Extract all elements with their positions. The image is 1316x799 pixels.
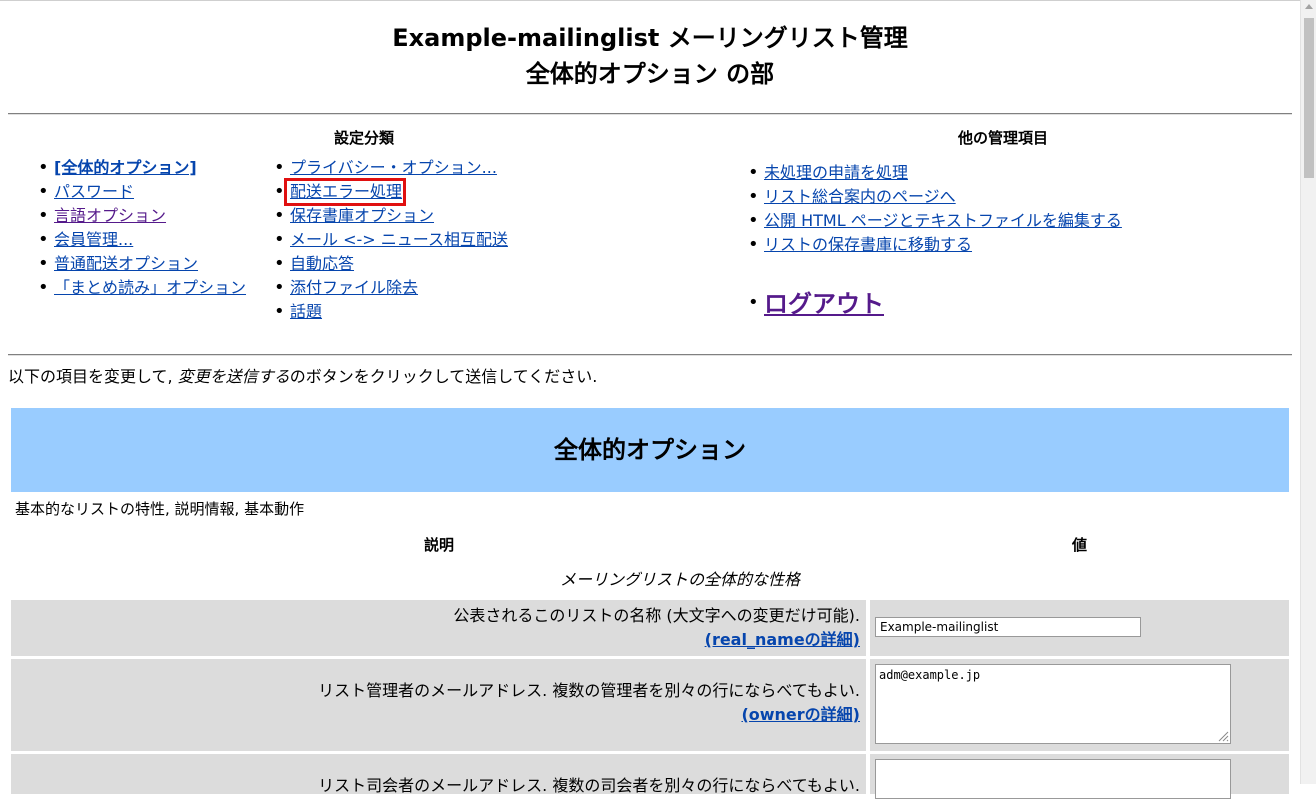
vertical-scrollbar[interactable]: [1300, 0, 1316, 784]
list-item: 公開 HTML ページとテキストファイルを編集する: [746, 209, 1122, 233]
divider-top: [8, 113, 1292, 115]
top-border: [0, 0, 1300, 1]
nav-link-content-filter[interactable]: 添付ファイル除去: [290, 278, 418, 297]
list-item: プライバシー・オプション...: [272, 156, 508, 180]
nav-link-members[interactable]: 会員管理...: [54, 230, 133, 249]
scrollbar-thumb[interactable]: [1304, 18, 1314, 178]
page-title-line2: 全体的オプション の部: [525, 60, 775, 88]
other-admin-heading: 他の管理項目: [958, 129, 1049, 147]
section-description: 基本的なリストの特性, 説明情報, 基本動作: [15, 500, 305, 518]
list-item: 自動応答: [272, 252, 508, 276]
other-admin-list: 未処理の申請を処理 リスト総合案内のページへ 公開 HTML ページとテキストフ…: [746, 161, 1122, 257]
row-label: リスト司会者のメールアドレス. 複数の司会者を別々の行にならべてもよい.: [318, 776, 860, 795]
nav-link-passwords[interactable]: パスワード: [54, 182, 134, 201]
page-title-line1: Example-mailinglist メーリングリスト管理: [392, 24, 908, 52]
list-item: リストの保存書庫に移動する: [746, 233, 1122, 257]
list-item: [全体的オプション]: [36, 156, 246, 180]
list-item: 会員管理...: [36, 228, 246, 252]
page-title: Example-mailinglist メーリングリスト管理 全体的オプション …: [0, 20, 1300, 92]
row-value-cell: Example-mailinglist: [870, 600, 1289, 656]
category-list-2: プライバシー・オプション... 配送エラー処理 保存書庫オプション メール <-…: [272, 156, 508, 324]
nav-link-archive[interactable]: 保存書庫オプション: [290, 206, 434, 225]
group-title: メーリングリストの全体的な性格: [559, 570, 800, 589]
list-item: 言語オプション: [36, 204, 246, 228]
row-label-cell: リスト司会者のメールアドレス. 複数の司会者を別々の行にならべてもよい.: [11, 754, 866, 795]
table-row: リスト管理者のメールアドレス. 複数の管理者を別々の行にならべてもよい. (ow…: [11, 659, 1289, 751]
nav-link-general-options[interactable]: [全体的オプション]: [54, 158, 197, 177]
list-item: 添付ファイル除去: [272, 276, 508, 300]
moderator-textarea[interactable]: [875, 759, 1231, 799]
nav-link-autoreply[interactable]: 自動応答: [290, 254, 354, 273]
nav-link-digest[interactable]: 「まとめ読み」オプション: [54, 278, 246, 297]
list-item: 未処理の申請を処理: [746, 161, 1122, 185]
list-item: リスト総合案内のページへ: [746, 185, 1122, 209]
link-list-info-page[interactable]: リスト総合案内のページへ: [764, 187, 956, 206]
nav-link-topics[interactable]: 話題: [290, 302, 322, 321]
scroll-up-icon[interactable]: [1305, 4, 1313, 9]
link-archives[interactable]: リストの保存書庫に移動する: [764, 235, 972, 254]
nav-link-gateway[interactable]: メール <-> ニュース相互配送: [290, 230, 508, 249]
nav-link-nondigest[interactable]: 普通配送オプション: [54, 254, 198, 273]
bullet-icon: •: [748, 292, 759, 313]
row-value-cell: adm@example.jp: [870, 659, 1289, 751]
list-item: メール <-> ニュース相互配送: [272, 228, 508, 252]
logout-link[interactable]: ログアウト: [764, 284, 884, 319]
category-list-1: [全体的オプション] パスワード 言語オプション 会員管理... 普通配送オプシ…: [36, 156, 246, 300]
list-item: 話題: [272, 300, 508, 324]
divider-middle: [8, 354, 1292, 356]
owner-value: adm@example.jp: [879, 668, 981, 682]
row-label: 公表されるこのリストの名称 (大文字への変更だけ可能).: [453, 606, 860, 625]
nav-link-language[interactable]: 言語オプション: [54, 206, 166, 225]
row-label-cell: 公表されるこのリストの名称 (大文字への変更だけ可能). (real_nameの…: [11, 600, 866, 656]
categories-heading: 設定分類: [334, 129, 395, 147]
list-item: 保存書庫オプション: [272, 204, 508, 228]
instructions-after: のボタンをクリックして送信してください.: [289, 367, 598, 386]
detail-link-owner[interactable]: (ownerの詳細): [741, 705, 860, 724]
table-row: リスト司会者のメールアドレス. 複数の司会者を別々の行にならべてもよい.: [11, 754, 1289, 799]
table-row: 公表されるこのリストの名称 (大文字への変更だけ可能). (real_nameの…: [11, 600, 1289, 656]
list-item: 「まとめ読み」オプション: [36, 276, 246, 300]
owner-textarea[interactable]: adm@example.jp: [875, 664, 1231, 744]
instructions-before: 以下の項目を変更して,: [8, 367, 178, 386]
section-banner: 全体的オプション: [11, 408, 1289, 492]
nav-link-privacy[interactable]: プライバシー・オプション...: [290, 158, 497, 177]
row-label: リスト管理者のメールアドレス. 複数の管理者を別々の行にならべてもよい.: [318, 681, 860, 700]
instructions-emphasis: 変更を送信する: [177, 367, 290, 386]
nav-link-bounce[interactable]: 配送エラー処理: [290, 182, 402, 201]
list-item: 普通配送オプション: [36, 252, 246, 276]
detail-link-real-name[interactable]: (real_nameの詳細): [705, 630, 860, 649]
instructions-text: 以下の項目を変更して, 変更を送信するのボタンをクリックして送信してください.: [8, 366, 597, 388]
real-name-input[interactable]: Example-mailinglist: [875, 617, 1141, 637]
column-header-value: 値: [1072, 536, 1088, 554]
row-label-cell: リスト管理者のメールアドレス. 複数の管理者を別々の行にならべてもよい. (ow…: [11, 659, 866, 751]
link-pending-requests[interactable]: 未処理の申請を処理: [764, 163, 908, 182]
list-item: パスワード: [36, 180, 246, 204]
row-value-cell: [870, 754, 1289, 799]
column-header-description: 説明: [424, 536, 455, 554]
list-item: 配送エラー処理: [272, 180, 508, 204]
link-edit-html[interactable]: 公開 HTML ページとテキストファイルを編集する: [764, 211, 1122, 230]
resize-grip-icon[interactable]: [1217, 730, 1229, 742]
